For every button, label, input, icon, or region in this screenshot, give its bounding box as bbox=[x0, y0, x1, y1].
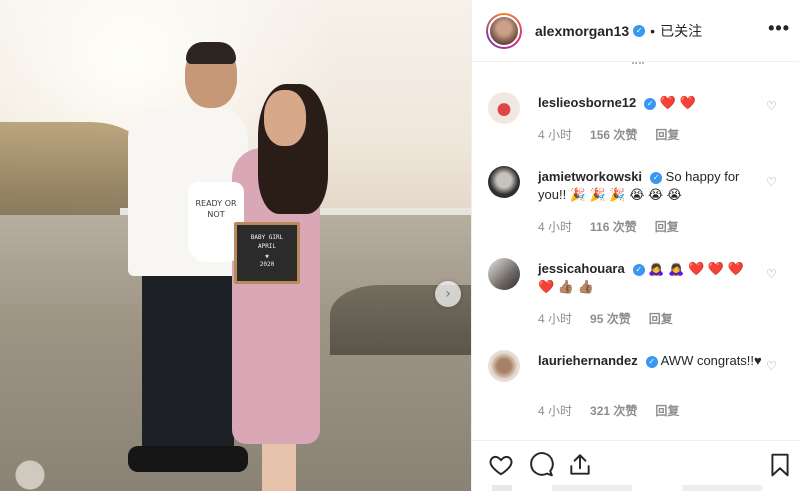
comment-likes[interactable]: 156 次赞 bbox=[590, 126, 637, 143]
verified-badge-icon: ✓ bbox=[633, 24, 646, 37]
header-username[interactable]: alexmorgan13 bbox=[535, 23, 629, 39]
comment-username[interactable]: jessicahouara bbox=[538, 261, 625, 276]
comment-like-icon[interactable]: ♡ bbox=[766, 268, 778, 280]
scroll-fade bbox=[632, 62, 644, 66]
comment-likes[interactable]: 95 次赞 bbox=[590, 310, 631, 327]
following-button[interactable]: 已关注 bbox=[660, 21, 702, 41]
comment-avatar[interactable] bbox=[488, 258, 520, 290]
comment-text: AWW congrats!!♥ bbox=[660, 353, 762, 368]
letterboard-line-3: 2020 bbox=[259, 261, 275, 268]
comment: lauriehernandez ✓ AWW congrats!!♥ ♡ 4 小时 … bbox=[488, 350, 788, 424]
comment-username[interactable]: jamietworkowski bbox=[538, 169, 642, 184]
photo-man-shoes bbox=[128, 446, 248, 472]
comment-meta: 4 小时 156 次赞 回复 bbox=[538, 126, 679, 143]
letterboard-star: ★ bbox=[264, 251, 270, 260]
comment-body: lauriehernandez ✓ AWW congrats!!♥ bbox=[538, 352, 763, 370]
avatar[interactable] bbox=[486, 12, 522, 49]
comment: jessicahouara ✓ 🙇‍♀️ 🙇‍♀️ ❤️ ❤️ ❤️ ❤️ 👍🏽 … bbox=[488, 258, 788, 332]
reply-button[interactable]: 回复 bbox=[655, 218, 679, 235]
comment-time[interactable]: 4 小时 bbox=[538, 218, 572, 235]
letterboard-line-1: BABY GIRL bbox=[250, 234, 284, 241]
post-action-bar bbox=[472, 440, 799, 491]
header-separator: • bbox=[650, 22, 656, 39]
letterboard-line-2: APRIL bbox=[257, 243, 277, 250]
reply-button[interactable]: 回复 bbox=[655, 402, 679, 419]
photo-woman-face bbox=[264, 90, 306, 146]
comment-like-icon[interactable]: ♡ bbox=[766, 360, 778, 372]
comment-body: leslieosborne12 ✓ ❤️ ❤️ bbox=[538, 94, 763, 112]
comment-meta: 4 小时 116 次赞 回复 bbox=[538, 218, 679, 235]
verified-badge-icon: ✓ bbox=[650, 171, 663, 184]
comment-body: jessicahouara ✓ 🙇‍♀️ 🙇‍♀️ ❤️ ❤️ ❤️ ❤️ 👍🏽 … bbox=[538, 260, 763, 296]
instagram-post: READY OR NOT BABY GIRL APRIL ★ 2020 › al… bbox=[0, 0, 799, 491]
post-photo[interactable]: READY OR NOT BABY GIRL APRIL ★ 2020 › bbox=[0, 0, 471, 491]
verified-badge-icon: ✓ bbox=[645, 355, 658, 368]
letter-board: BABY GIRL APRIL ★ 2020 bbox=[234, 222, 300, 284]
comment-body: jamietworkowski ✓ So happy for you!! 🎉 🎉 … bbox=[538, 168, 763, 204]
verified-badge-icon: ✓ bbox=[632, 263, 645, 276]
photo-man-pants bbox=[142, 268, 234, 458]
comment-likes[interactable]: 116 次赞 bbox=[590, 218, 637, 235]
comment-username[interactable]: lauriehernandez bbox=[538, 353, 638, 368]
comment-meta: 4 小时 321 次赞 回复 bbox=[538, 402, 679, 419]
comment-like-icon[interactable]: ♡ bbox=[766, 100, 778, 112]
comment-meta: 4 小时 95 次赞 回复 bbox=[538, 310, 673, 327]
reply-button[interactable]: 回复 bbox=[655, 126, 679, 143]
verified-badge-icon: ✓ bbox=[644, 97, 657, 110]
comment-username[interactable]: leslieosborne12 bbox=[538, 95, 636, 110]
comment-time[interactable]: 4 小时 bbox=[538, 126, 572, 143]
reply-button[interactable]: 回复 bbox=[649, 310, 673, 327]
chevron-right-icon[interactable]: › bbox=[435, 281, 461, 307]
photo-woman-legs bbox=[262, 440, 296, 491]
comment-time[interactable]: 4 小时 bbox=[538, 402, 572, 419]
photo-man-hair bbox=[186, 42, 236, 64]
comment-avatar[interactable] bbox=[488, 92, 520, 124]
comment: leslieosborne12 ✓ ❤️ ❤️ ♡ 4 小时 156 次赞 回复 bbox=[488, 92, 788, 152]
comment-avatar[interactable] bbox=[488, 350, 520, 382]
onesie-text: READY OR NOT bbox=[195, 199, 237, 219]
comment: jamietworkowski ✓ So happy for you!! 🎉 🎉 … bbox=[488, 166, 788, 240]
post-header: alexmorgan13 ✓ • 已关注 ••• bbox=[472, 0, 799, 62]
comment-text: ❤️ ❤️ bbox=[659, 95, 696, 110]
heart-outline-icon[interactable] bbox=[488, 452, 514, 478]
truncated-liked-by-line bbox=[492, 485, 762, 491]
post-side-panel: alexmorgan13 ✓ • 已关注 ••• leslieosborne12… bbox=[471, 0, 799, 491]
bookmark-icon[interactable] bbox=[767, 452, 793, 478]
avatar-image bbox=[488, 14, 520, 47]
comment-like-icon[interactable]: ♡ bbox=[766, 176, 778, 188]
comment-time[interactable]: 4 小时 bbox=[538, 310, 572, 327]
more-options-icon[interactable]: ••• bbox=[768, 18, 790, 39]
share-icon[interactable] bbox=[567, 452, 593, 478]
comment-bubble-icon[interactable] bbox=[528, 452, 554, 478]
comment-likes[interactable]: 321 次赞 bbox=[590, 402, 637, 419]
comment-avatar[interactable] bbox=[488, 166, 520, 198]
